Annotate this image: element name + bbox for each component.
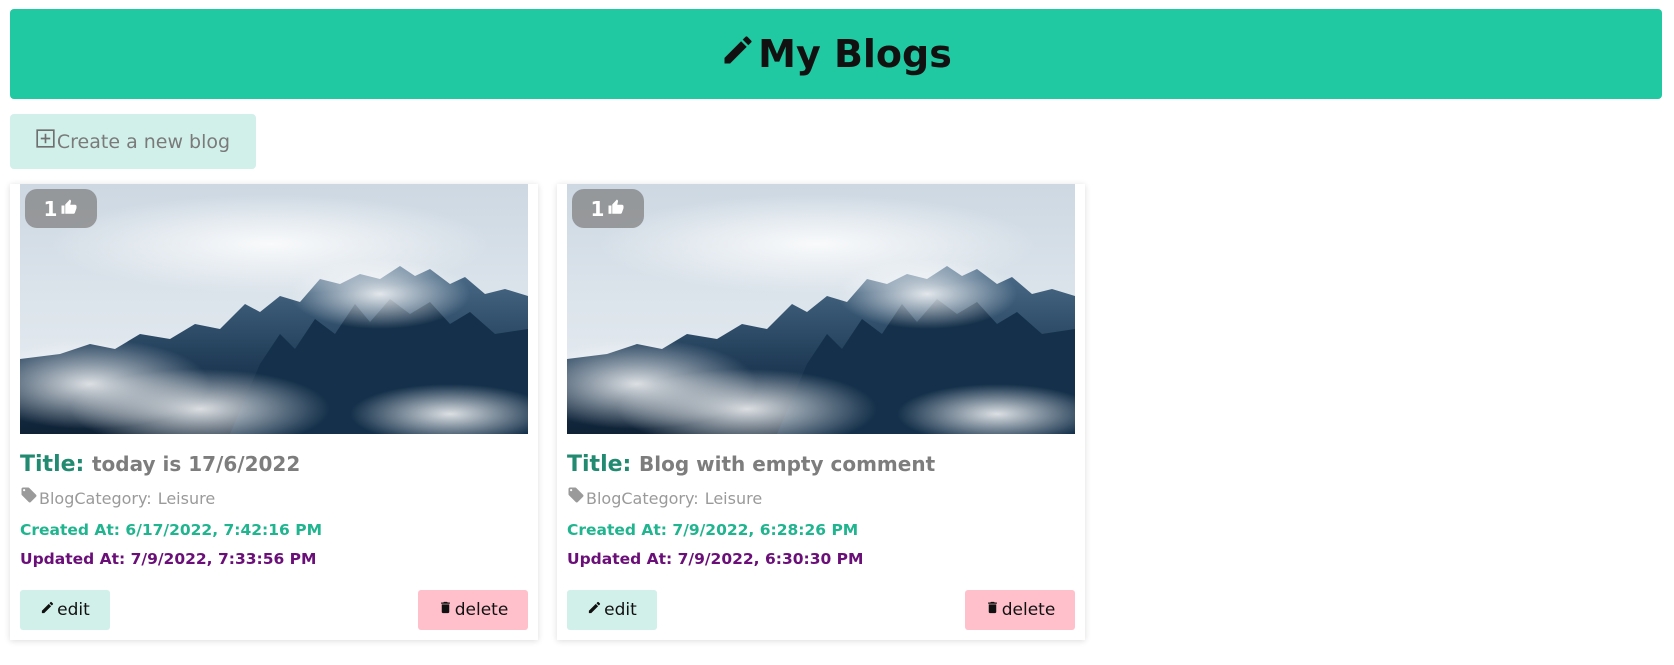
title-label: Title:: [20, 452, 85, 477]
create-blog-label: Create a new blog: [56, 130, 231, 153]
like-count: 1: [43, 196, 58, 221]
tag-icon: [567, 487, 585, 508]
blog-title: Title: Blog with empty comment: [567, 452, 935, 477]
updated-at: Updated At: 7/9/2022, 7:33:56 PM: [20, 550, 317, 568]
thumbs-up-icon: [607, 197, 625, 221]
blog-category: BlogCategory: Leisure: [20, 487, 216, 508]
edit-label: edit: [604, 600, 637, 620]
page-header: My Blogs: [10, 9, 1662, 99]
title-label: Title:: [567, 452, 632, 477]
blog-image: [20, 184, 528, 434]
edit-label: edit: [57, 600, 90, 620]
category-value: Leisure: [704, 489, 763, 508]
tag-icon: [20, 487, 38, 508]
delete-label: delete: [454, 600, 509, 620]
created-at: Created At: 7/9/2022, 6:28:26 PM: [567, 521, 859, 539]
delete-label: delete: [1001, 600, 1056, 620]
blog-card: 1 Title: today is 17/6/2022 BlogCategory…: [10, 184, 538, 640]
plus-square-icon: [36, 128, 55, 153]
trash-icon: [438, 600, 453, 620]
edit-button[interactable]: edit: [567, 590, 657, 630]
delete-button[interactable]: delete: [965, 590, 1075, 630]
category-value: Leisure: [157, 489, 216, 508]
edit-button[interactable]: edit: [20, 590, 110, 630]
blog-title: Title: today is 17/6/2022: [20, 452, 300, 477]
title-value: today is 17/6/2022: [92, 452, 301, 476]
updated-at: Updated At: 7/9/2022, 6:30:30 PM: [567, 550, 864, 568]
blog-category: BlogCategory: Leisure: [567, 487, 763, 508]
trash-icon: [985, 600, 1000, 620]
blog-card: 1 Title: Blog with empty comment BlogCat…: [557, 184, 1085, 640]
like-badge[interactable]: 1: [25, 189, 97, 228]
page-title-wrap: My Blogs: [720, 32, 952, 77]
category-label: BlogCategory:: [39, 489, 152, 508]
title-value: Blog with empty comment: [639, 452, 936, 476]
create-blog-button[interactable]: Create a new blog: [10, 114, 256, 169]
created-at: Created At: 6/17/2022, 7:42:16 PM: [20, 521, 323, 539]
like-badge[interactable]: 1: [572, 189, 644, 228]
delete-button[interactable]: delete: [418, 590, 528, 630]
pencil-icon: [720, 32, 756, 77]
pencil-icon: [40, 600, 55, 620]
category-label: BlogCategory:: [586, 489, 699, 508]
page-title: My Blogs: [758, 32, 952, 76]
like-count: 1: [590, 196, 605, 221]
pencil-icon: [587, 600, 602, 620]
thumbs-up-icon: [60, 197, 78, 221]
blog-image: [567, 184, 1075, 434]
